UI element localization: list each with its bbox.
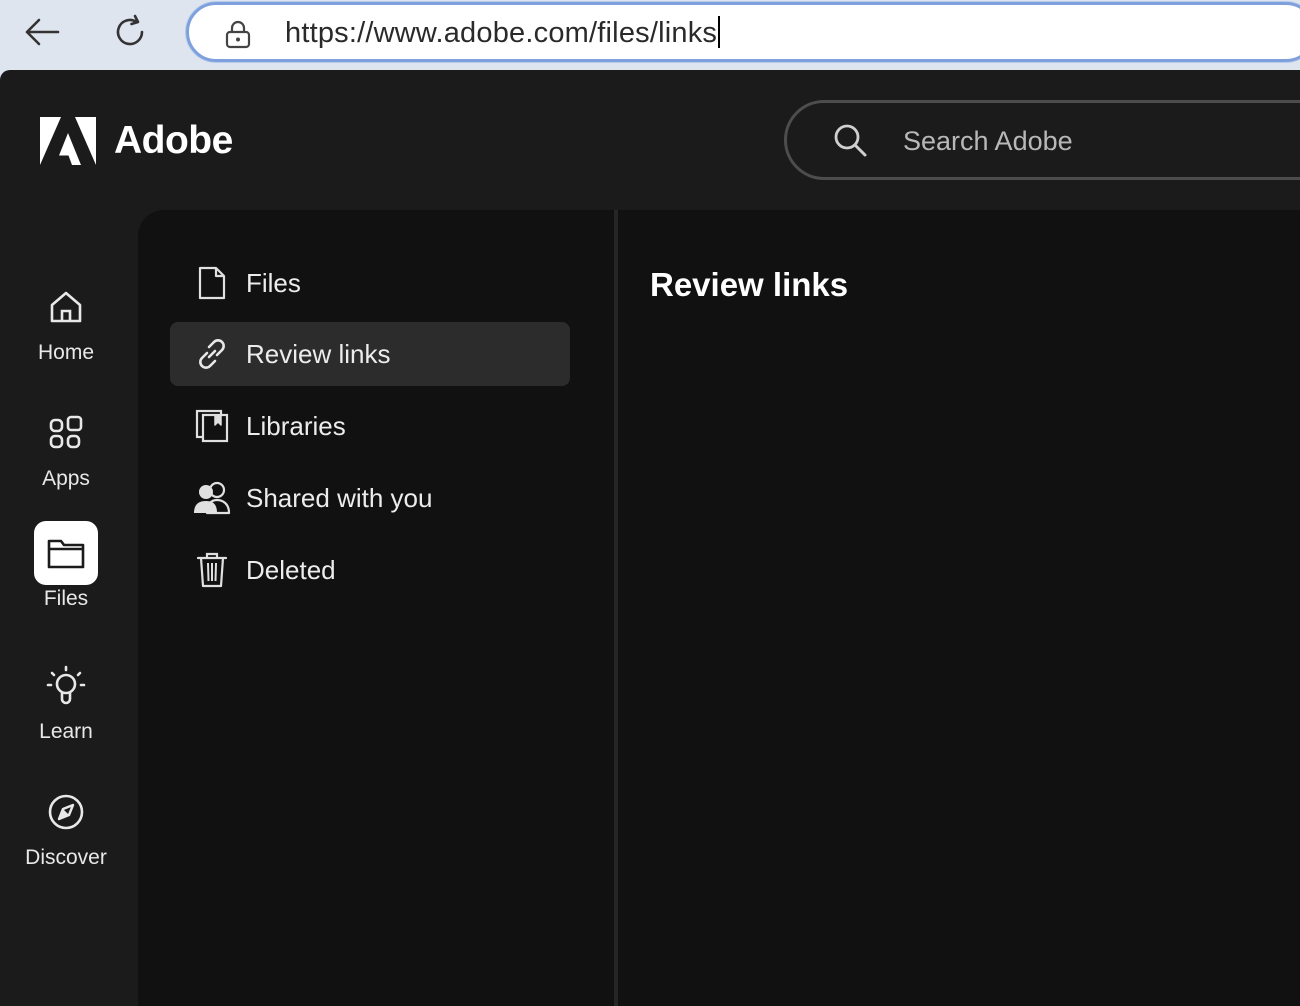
rail-label-home: Home bbox=[37, 341, 95, 364]
back-button[interactable] bbox=[18, 8, 66, 56]
sidebar-item-files[interactable]: Files bbox=[170, 251, 570, 315]
rail-label-files: Files bbox=[43, 587, 89, 610]
browser-toolbar: https://www.adobe.com/files/links bbox=[0, 0, 1300, 70]
search-box[interactable] bbox=[784, 100, 1300, 180]
compass-icon bbox=[34, 780, 98, 844]
library-icon bbox=[192, 406, 232, 446]
arrow-left-icon bbox=[25, 18, 60, 46]
sidebar-label-review-links: Review links bbox=[246, 338, 391, 369]
sidebar-item-libraries[interactable]: Libraries bbox=[170, 394, 570, 458]
folder-icon bbox=[34, 521, 98, 585]
rail-label-apps: Apps bbox=[42, 467, 90, 490]
people-icon bbox=[192, 478, 232, 518]
adobe-logo-icon bbox=[40, 117, 96, 165]
rail-label-learn: Learn bbox=[39, 720, 93, 743]
url-field[interactable]: https://www.adobe.com/files/links bbox=[285, 16, 721, 50]
files-sidebar: Files Review links Libraries Shared with… bbox=[138, 210, 614, 1006]
url-text: https://www.adobe.com/files/links bbox=[285, 17, 718, 49]
sidebar-label-libraries: Libraries bbox=[246, 410, 346, 441]
search-input[interactable] bbox=[903, 119, 1300, 163]
adobe-app: Adobe Home Apps bbox=[0, 70, 1300, 1006]
link-icon bbox=[192, 334, 232, 374]
rail-item-apps[interactable]: Apps bbox=[0, 401, 132, 491]
sidebar-item-review-links[interactable]: Review links bbox=[170, 322, 570, 386]
address-bar[interactable]: https://www.adobe.com/files/links bbox=[186, 2, 1300, 62]
document-icon bbox=[192, 263, 232, 303]
adobe-brand[interactable]: Adobe bbox=[40, 116, 233, 166]
brand-name: Adobe bbox=[114, 119, 233, 162]
home-icon bbox=[34, 275, 98, 339]
reload-icon bbox=[116, 14, 144, 46]
trash-icon bbox=[192, 550, 232, 590]
main-content: Review links bbox=[618, 210, 1300, 1006]
sidebar-item-deleted[interactable]: Deleted bbox=[170, 538, 570, 602]
rail-item-home[interactable]: Home bbox=[0, 275, 132, 365]
rail-item-files[interactable]: Files bbox=[0, 521, 132, 611]
lock-icon bbox=[225, 20, 251, 49]
sidebar-item-shared-with-you[interactable]: Shared with you bbox=[170, 466, 570, 530]
rail-label-discover: Discover bbox=[25, 846, 107, 869]
reload-button[interactable] bbox=[106, 8, 154, 56]
text-caret bbox=[718, 16, 721, 48]
sidebar-label-shared-with-you: Shared with you bbox=[246, 482, 433, 513]
lightbulb-icon bbox=[34, 654, 98, 718]
apps-icon bbox=[34, 401, 98, 465]
page-title: Review links bbox=[650, 266, 849, 303]
sidebar-label-deleted: Deleted bbox=[246, 554, 336, 585]
sidebar-label-files: Files bbox=[246, 267, 301, 298]
rail-item-learn[interactable]: Learn bbox=[0, 654, 132, 744]
rail-item-discover[interactable]: Discover bbox=[0, 780, 132, 870]
search-icon bbox=[834, 124, 867, 157]
